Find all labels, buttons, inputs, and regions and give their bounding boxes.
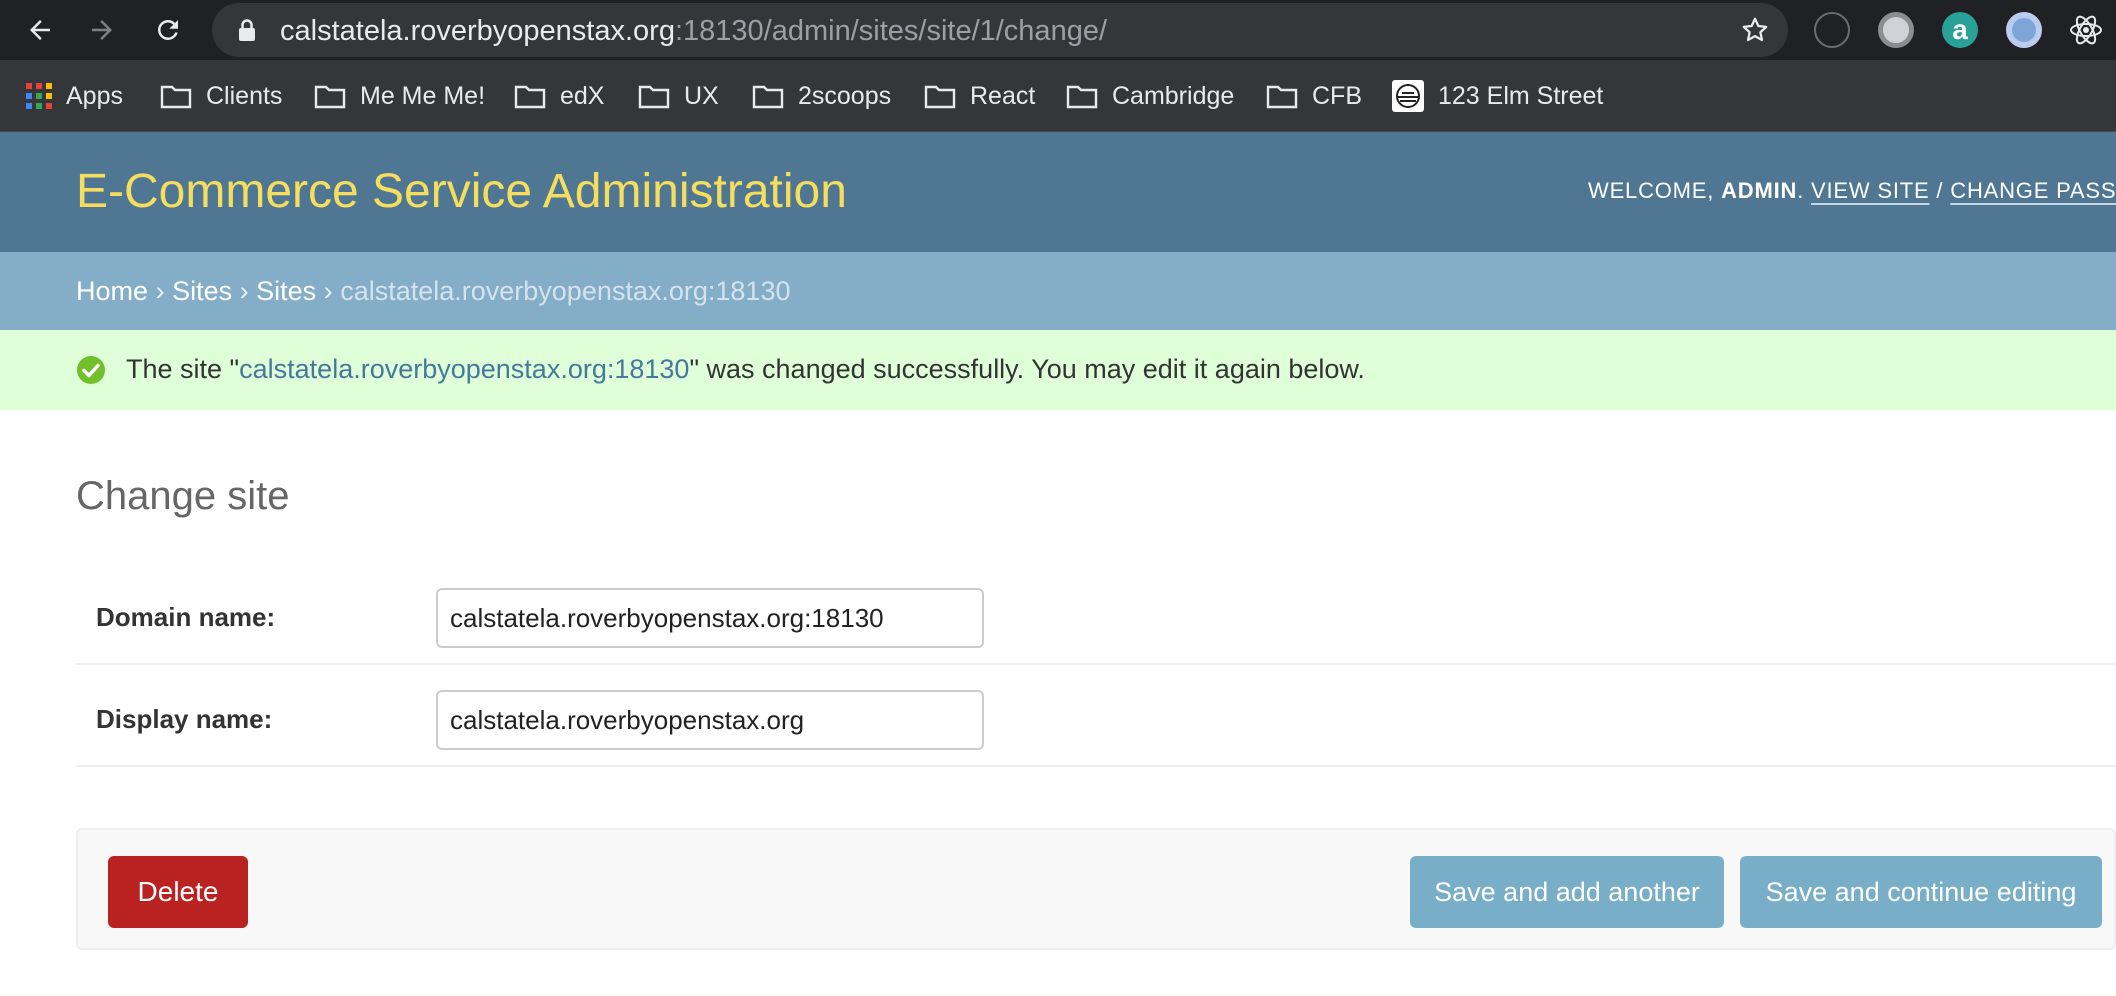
bookmark-cfb[interactable]: CFB: [1266, 78, 1362, 114]
folder-icon: [160, 85, 192, 109]
message-prefix: The site ": [126, 354, 240, 384]
welcome-text: WELCOME,: [1588, 178, 1715, 203]
url-text: calstatela.roverbyopenstax.org:18130/adm…: [280, 15, 1107, 48]
folder-icon: [638, 85, 670, 109]
folder-icon: [1266, 85, 1298, 109]
bookmark-label: CFB: [1312, 81, 1362, 110]
extension-info-icon[interactable]: [1814, 12, 1850, 48]
bookmark-label: UX: [684, 81, 719, 110]
view-site-link[interactable]: VIEW SITE: [1811, 178, 1929, 203]
breadcrumb-current: calstatela.roverbyopenstax.org:18130: [340, 276, 791, 306]
username: ADMIN: [1721, 178, 1798, 203]
back-button[interactable]: [18, 8, 62, 52]
bookmark-apps[interactable]: Apps: [26, 78, 123, 114]
success-message: The site "calstatela.roverbyopenstax.org…: [0, 330, 2116, 410]
bookmark-label: 123 Elm Street: [1438, 81, 1604, 110]
display-name-label: Display name:: [96, 704, 273, 734]
bookmark-label: Me Me Me!: [360, 81, 486, 110]
submit-row: Delete Save and add another Save and con…: [76, 828, 2116, 950]
user-tools: WELCOME, ADMIN. VIEW SITE / CHANGE PASSW…: [1588, 178, 2116, 204]
address-bar[interactable]: calstatela.roverbyopenstax.org:18130/adm…: [212, 3, 1788, 57]
back-arrow-icon: [30, 20, 50, 40]
user-tools-separator: /: [1936, 178, 1944, 203]
breadcrumb-model-sites[interactable]: Sites: [256, 276, 316, 306]
react-devtools-icon[interactable]: [2068, 12, 2104, 48]
display-name-field[interactable]: [436, 690, 984, 750]
bookmarks-bar: Apps Clients Me Me Me! edX UX 2scoops Re…: [0, 60, 2116, 132]
bookmark-label: 2scoops: [798, 81, 892, 110]
message-text: The site "calstatela.roverbyopenstax.org…: [126, 354, 1365, 385]
bookmark-label: Clients: [206, 81, 283, 110]
extension-a-icon[interactable]: a: [1942, 12, 1978, 48]
bookmark-2scoops[interactable]: 2scoops: [752, 78, 891, 114]
breadcrumb-home[interactable]: Home: [76, 276, 148, 306]
success-check-icon: [77, 356, 105, 384]
form-row-display: Display name:: [76, 666, 2116, 767]
extension-circle-icon[interactable]: [2006, 12, 2042, 48]
bookmark-label: Apps: [66, 81, 123, 110]
folder-icon: [1066, 85, 1098, 109]
bookmark-react[interactable]: React: [924, 78, 1035, 114]
reload-icon: [158, 19, 178, 40]
page-title: Change site: [76, 474, 290, 518]
save-and-add-another-button[interactable]: Save and add another: [1410, 856, 1724, 928]
breadcrumb-app-sites[interactable]: Sites: [172, 276, 232, 306]
folder-icon: [752, 85, 784, 109]
folder-icon: [514, 85, 546, 109]
message-site-link[interactable]: calstatela.roverbyopenstax.org:18130: [239, 354, 689, 384]
admin-header: E-Commerce Service Administration WELCOM…: [0, 132, 2116, 252]
bookmark-me-me-me[interactable]: Me Me Me!: [314, 78, 485, 114]
site-branding[interactable]: E-Commerce Service Administration: [76, 164, 847, 219]
site-favicon: [1392, 80, 1424, 112]
folder-icon: [924, 85, 956, 109]
bookmark-label: React: [970, 81, 1036, 110]
browser-toolbar: calstatela.roverbyopenstax.org:18130/adm…: [0, 0, 2116, 60]
delete-button[interactable]: Delete: [108, 856, 248, 928]
breadcrumb-separator: ›: [239, 276, 249, 306]
domain-name-label: Domain name:: [96, 602, 276, 632]
breadcrumb-separator: ›: [323, 276, 333, 306]
url-host: calstatela.roverbyopenstax.org: [280, 15, 675, 47]
apps-grid-icon: [26, 83, 52, 109]
bookmark-star-icon[interactable]: [1740, 15, 1770, 45]
message-suffix: " was changed successfully. You may edit…: [689, 354, 1365, 384]
bookmark-123-elm-street[interactable]: 123 Elm Street: [1392, 78, 1603, 114]
folder-icon: [314, 85, 346, 109]
domain-name-field[interactable]: [436, 588, 984, 648]
forward-button[interactable]: [80, 8, 124, 52]
bookmark-label: edX: [560, 81, 605, 110]
bookmark-label: Cambridge: [1112, 81, 1235, 110]
breadcrumb: Home › Sites › Sites › calstatela.roverb…: [0, 252, 2116, 330]
lock-icon: [239, 19, 255, 41]
reload-button[interactable]: [146, 8, 190, 52]
save-and-continue-editing-button[interactable]: Save and continue editing: [1740, 856, 2102, 928]
bookmark-cambridge[interactable]: Cambridge: [1066, 78, 1234, 114]
bookmark-edx[interactable]: edX: [514, 78, 604, 114]
forward-arrow-icon: [92, 20, 112, 40]
extension-lens-icon[interactable]: [1878, 12, 1914, 48]
form-row-domain: Domain name:: [76, 564, 2116, 665]
bookmark-clients[interactable]: Clients: [160, 78, 282, 114]
change-password-link[interactable]: CHANGE PASSWO: [1950, 178, 2116, 203]
bookmark-ux[interactable]: UX: [638, 78, 719, 114]
url-path: :18130/admin/sites/site/1/change/: [674, 15, 1108, 47]
breadcrumb-separator: ›: [155, 276, 165, 306]
